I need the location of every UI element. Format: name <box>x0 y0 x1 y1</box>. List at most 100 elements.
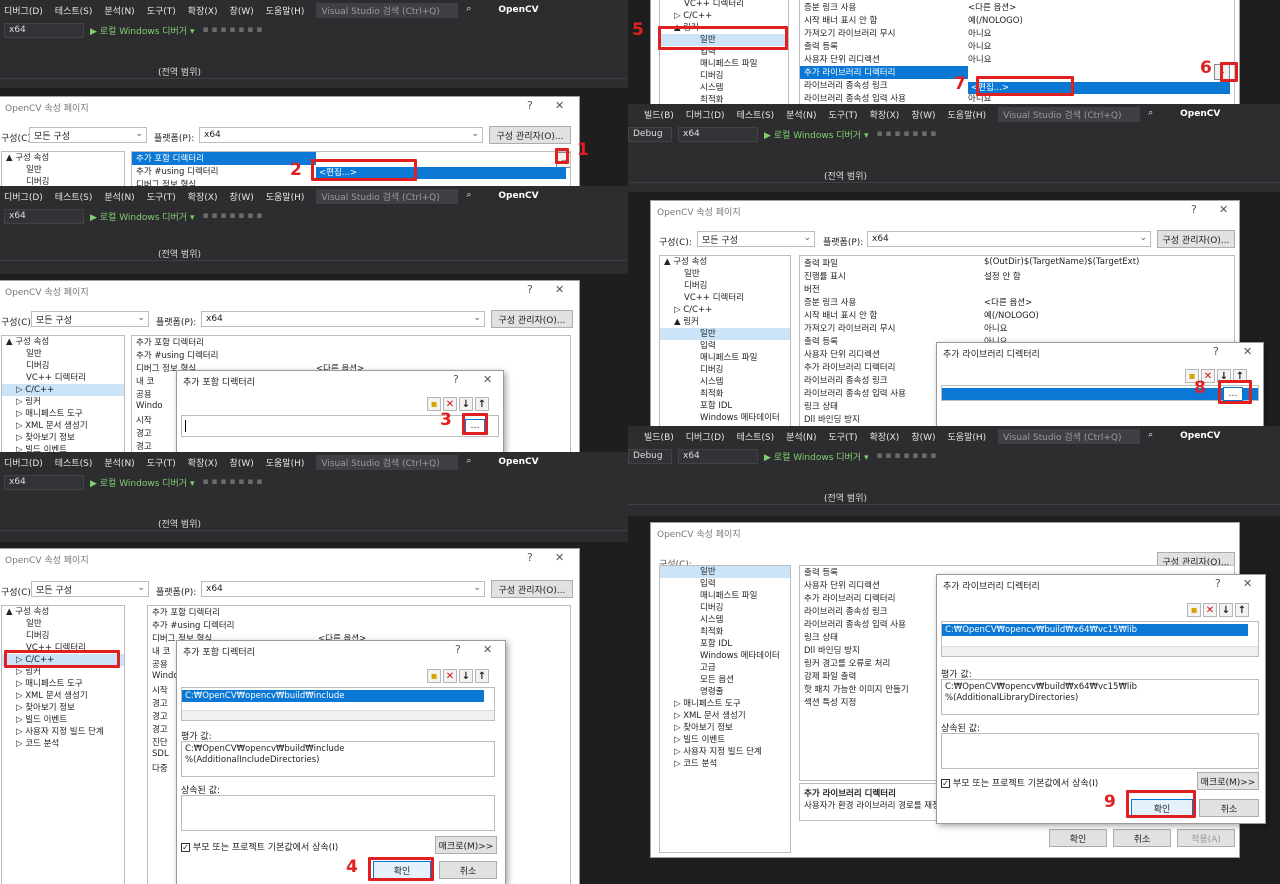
menu-build[interactable]: 빌드(B) <box>644 430 674 443</box>
tree-item[interactable]: 명령줄 <box>660 686 790 698</box>
tree-item[interactable]: 포함 IDL <box>660 638 790 650</box>
tree-item[interactable]: 디버깅 <box>660 602 790 614</box>
menu-extensions[interactable]: 확장(X) <box>188 456 218 469</box>
tree-item[interactable]: ▲ 구성 속성 <box>2 152 124 164</box>
tree-item[interactable]: ▷ 사용자 지정 빌드 단계 <box>2 726 124 738</box>
close-button[interactable]: ✕ <box>1219 203 1228 216</box>
config-combo[interactable]: 모든 구성 ⌄ <box>697 231 815 247</box>
search-icon[interactable]: ⌕ <box>1148 108 1160 120</box>
prop-row[interactable]: 추가 #using 디렉터리 <box>148 619 570 632</box>
menu-tools[interactable]: 도구(T) <box>147 4 176 17</box>
prop-row[interactable]: 추가 포함 디렉터리 <box>132 152 316 165</box>
tree-item[interactable]: 모든 옵션 <box>660 674 790 686</box>
platform-combo[interactable]: x64 ⌄ <box>201 581 485 597</box>
path-list[interactable]: C:₩OpenCV₩opencv₩build₩include <box>181 687 495 721</box>
close-button[interactable]: ✕ <box>1243 345 1252 358</box>
tree-item[interactable]: 매니페스트 파일 <box>660 58 788 70</box>
tree-item[interactable]: ▷ C/C++ <box>660 304 790 316</box>
close-button[interactable]: ✕ <box>483 643 492 656</box>
horizontal-scrollbar[interactable] <box>942 646 1258 656</box>
inherit-checkbox[interactable]: ✓ 부모 또는 프로젝트 기본값에서 상속(I) <box>941 776 1098 789</box>
prop-row[interactable]: 시작 배너 표시 안 함 예(/NOLOGO) <box>800 309 1234 322</box>
tree-item[interactable]: 시스템 <box>660 82 788 94</box>
prop-row[interactable]: 가져오기 라이브러리 무시 아니요 <box>800 27 1234 40</box>
search-icon[interactable]: ⌕ <box>1148 430 1160 442</box>
platform-combo[interactable]: x64 ⌄ <box>867 231 1151 247</box>
menu-window[interactable]: 창(W) <box>230 190 254 203</box>
macro-button[interactable]: 매크로(M)>> <box>435 836 497 854</box>
platform-dropdown[interactable]: x64 <box>4 474 84 490</box>
tree-item[interactable]: 일반 <box>2 164 124 176</box>
tree-item[interactable]: 디버깅 <box>660 364 790 376</box>
tree-item[interactable]: ▷ 코드 분석 <box>660 758 790 770</box>
tree-item[interactable]: ▷ 사용자 지정 빌드 단계 <box>660 746 790 758</box>
platform-dropdown[interactable]: x64 <box>678 448 758 464</box>
move-up-icon[interactable]: ↑ <box>475 669 489 683</box>
tree-item[interactable]: VC++ 디렉터리 <box>2 372 124 384</box>
close-button[interactable]: ✕ <box>555 551 564 564</box>
help-button[interactable]: ? <box>527 551 533 564</box>
menu-window[interactable]: 창(W) <box>230 456 254 469</box>
run-debugger-button[interactable]: ▶ 로컬 Windows 디버거 ▾ <box>90 24 194 37</box>
menu-extensions[interactable]: 확장(X) <box>870 108 900 121</box>
path-list[interactable] <box>941 385 1259 401</box>
path-item[interactable]: C:₩OpenCV₩opencv₩build₩include <box>182 690 484 702</box>
help-button[interactable]: ? <box>527 283 533 296</box>
tree-item[interactable]: ▷ 빌드 이벤트 <box>2 444 124 452</box>
prop-row[interactable]: 추가 포함 디렉터리 <box>132 336 570 349</box>
tree-item[interactable]: 일반 <box>660 566 790 578</box>
tree-item[interactable]: ▲ 구성 속성 <box>2 336 124 348</box>
prop-row[interactable]: 가져오기 라이브러리 무시 아니요 <box>800 322 1234 335</box>
search-input[interactable]: Visual Studio 검색 (Ctrl+Q) <box>316 188 459 204</box>
new-folder-icon[interactable]: ▪ <box>427 669 441 683</box>
tree-item[interactable]: 일반 <box>660 268 790 280</box>
tree-item[interactable]: ▷ C/C++ <box>2 384 124 396</box>
path-list[interactable]: C:₩OpenCV₩opencv₩build₩x64₩vc15₩lib <box>941 621 1259 657</box>
close-button[interactable]: ✕ <box>1243 577 1252 590</box>
delete-icon[interactable]: ✕ <box>443 397 457 411</box>
path-item[interactable]: C:₩OpenCV₩opencv₩build₩x64₩vc15₩lib <box>942 624 1248 636</box>
menu-tools[interactable]: 도구(T) <box>147 456 176 469</box>
scope-dropdown[interactable]: (전역 범위) <box>0 64 628 79</box>
macro-button[interactable]: 매크로(M)>> <box>1197 772 1259 790</box>
help-button[interactable]: ? <box>1213 345 1219 358</box>
menu-tools[interactable]: 도구(T) <box>147 190 176 203</box>
search-input[interactable]: Visual Studio 검색 (Ctrl+Q) <box>316 454 459 470</box>
delete-icon[interactable]: ✕ <box>1203 603 1217 617</box>
tree-item[interactable]: 일반 <box>2 348 124 360</box>
menu-help[interactable]: 도움말(H) <box>948 108 987 121</box>
search-input[interactable]: Visual Studio 검색 (Ctrl+Q) <box>316 2 459 18</box>
tree-item[interactable]: 일반 <box>2 618 124 630</box>
prop-row[interactable]: 사용자 단위 리디렉션 아니요 <box>800 53 1234 66</box>
prop-row[interactable]: 추가 #using 디렉터리 <box>132 349 570 362</box>
tree-item[interactable]: ▷ 매니페스트 도구 <box>660 698 790 710</box>
prop-row[interactable]: 시작 배너 표시 안 함 예(/NOLOGO) <box>800 14 1234 27</box>
tree-item[interactable]: 매니페스트 파일 <box>660 590 790 602</box>
prop-row[interactable]: 출력 등록아니요 <box>800 40 1234 53</box>
menu-debug[interactable]: 디버그(D) <box>4 456 43 469</box>
menu-tools[interactable]: 도구(T) <box>828 108 857 121</box>
menu-build[interactable]: 빌드(B) <box>644 108 674 121</box>
tree-item[interactable]: 최적화 <box>660 626 790 638</box>
help-button[interactable]: ? <box>1215 577 1221 590</box>
move-down-icon[interactable]: ↓ <box>459 669 473 683</box>
menu-analyze[interactable]: 분석(N) <box>786 430 816 443</box>
tree-item[interactable]: ▷ C/C++ <box>660 10 788 22</box>
tree-item[interactable]: 디버깅 <box>660 280 790 292</box>
apply-button[interactable]: 적용(A) <box>1177 829 1235 847</box>
help-button[interactable]: ? <box>527 99 533 112</box>
tree-item[interactable]: ▷ XML 문서 생성기 <box>660 710 790 722</box>
tree-item[interactable]: 디버깅 <box>2 360 124 372</box>
tree-item[interactable]: 입력 <box>660 578 790 590</box>
menu-test[interactable]: 테스트(S) <box>55 456 93 469</box>
config-combo[interactable]: 모든 구성 ⌄ <box>31 581 149 597</box>
tree-item[interactable]: ▷ 찾아보기 정보 <box>2 432 124 444</box>
tree-item[interactable]: VC++ 디렉터리 <box>660 0 788 10</box>
tree-item[interactable]: ▷ XML 문서 생성기 <box>2 690 124 702</box>
help-button[interactable]: ? <box>1191 203 1197 216</box>
prop-row[interactable]: 추가 포함 디렉터리 <box>148 606 570 619</box>
tree-item[interactable]: ▲ 구성 속성 <box>660 256 790 268</box>
help-button[interactable]: ? <box>455 643 461 656</box>
menu-test[interactable]: 테스트(S) <box>55 4 93 17</box>
platform-dropdown[interactable]: x64 <box>4 22 84 38</box>
